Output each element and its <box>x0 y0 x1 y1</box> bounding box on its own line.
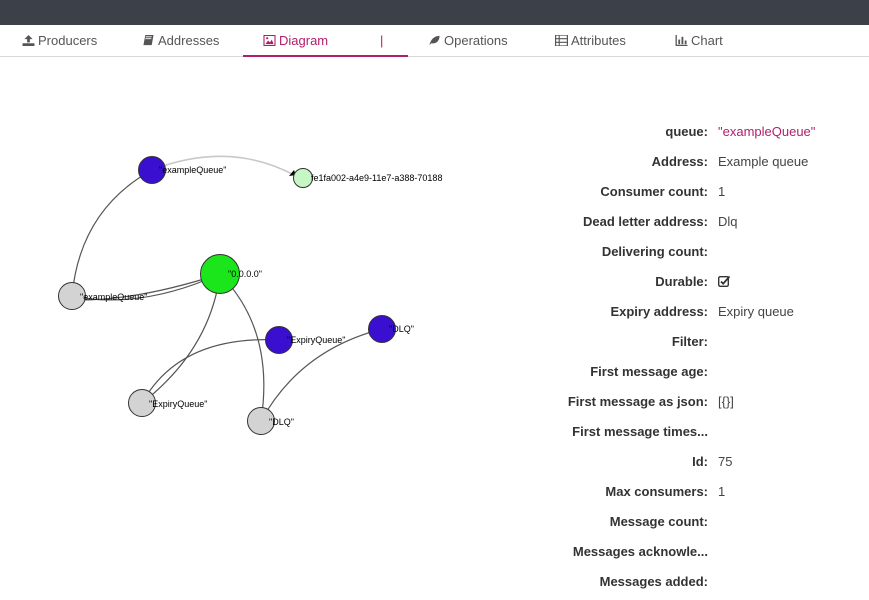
property-key: First message age: <box>590 364 708 379</box>
property-key: Id: <box>692 454 708 469</box>
property-row: Expiry address: Expiry queue <box>500 297 869 327</box>
property-key: Max consumers: <box>605 484 708 499</box>
diagram-link <box>71 169 153 297</box>
property-row: queue: "exampleQueue" <box>500 117 869 147</box>
tab-addresses[interactable]: Addresses <box>142 25 219 57</box>
property-key: Messages acknowle... <box>572 544 708 559</box>
node-label: "DLQ" <box>389 324 414 334</box>
property-key: Expiry address: <box>610 304 708 319</box>
node-label: "exampleQueue" <box>159 165 226 175</box>
bar-chart-icon <box>675 35 688 46</box>
tab-label: Chart <box>691 33 723 48</box>
image-icon <box>263 35 276 46</box>
top-navbar <box>0 0 869 25</box>
property-row: Messages acknowle... <box>500 537 869 567</box>
property-key: Address: <box>651 154 708 169</box>
property-row: First message age: <box>500 357 869 387</box>
node-label: "ExpiryQueue" <box>287 335 345 345</box>
property-key: queue: <box>665 124 708 139</box>
property-value <box>718 274 730 289</box>
node-label: "exampleQueue" <box>80 292 147 302</box>
property-row: Consumer count: 1 <box>500 177 869 207</box>
node-label: fe1fa002-a4e9-11e7-a388-70188 <box>311 173 442 183</box>
property-key: First message times... <box>572 424 708 439</box>
property-key: Delivering count: <box>601 244 708 259</box>
checkbox-checked-icon <box>718 275 730 287</box>
property-value: Expiry queue <box>718 304 794 319</box>
property-key: Dead letter address: <box>583 214 708 229</box>
tab-attributes[interactable]: Attributes <box>555 25 626 57</box>
property-row: Address: Example queue <box>500 147 869 177</box>
property-row: Messages added: <box>500 567 869 597</box>
property-key: First message as json: <box>567 394 708 409</box>
list-icon <box>555 35 568 46</box>
property-key: Message count: <box>609 514 708 529</box>
node-label: "ExpiryQueue" <box>149 399 207 409</box>
property-value: [{}] <box>718 394 734 409</box>
tab-separator: | <box>380 33 384 48</box>
property-row: Max consumers: 1 <box>500 477 869 507</box>
property-row: First message as json: [{}] <box>500 387 869 417</box>
property-row: Filter: <box>500 327 869 357</box>
property-value: Dlq <box>718 214 738 229</box>
diagram-link <box>219 273 265 422</box>
leaf-icon <box>429 35 440 46</box>
property-row: Dead letter address: Dlq <box>500 207 869 237</box>
tab-label: Operations <box>444 33 508 48</box>
tab-producers[interactable]: Producers <box>22 25 97 57</box>
diagram-link <box>141 339 280 404</box>
property-row: First message times... <box>500 417 869 447</box>
tab-chart[interactable]: Chart <box>675 25 723 57</box>
tab-bar: Producers Addresses Diagram | Operations… <box>0 25 869 57</box>
upload-icon <box>22 35 35 46</box>
property-row: Delivering count: <box>500 237 869 267</box>
book-icon <box>143 35 154 46</box>
tab-operations[interactable]: Operations <box>428 25 508 57</box>
node-label: "DLQ" <box>269 417 294 427</box>
tab-label: Diagram <box>279 33 329 48</box>
tab-label: Addresses <box>158 33 220 48</box>
property-value: 1 <box>718 484 726 499</box>
property-row: Message count: <box>500 507 869 537</box>
tab-label: Producers <box>38 33 98 48</box>
property-value: 75 <box>718 454 733 469</box>
property-row: Durable: <box>500 267 869 297</box>
property-row: Id: 75 <box>500 447 869 477</box>
property-key: Consumer count: <box>600 184 708 199</box>
topology-diagram[interactable]: "exampleQueue" fe1fa002-a4e9-11e7-a388-7… <box>0 58 520 488</box>
property-key: Filter: <box>671 334 708 349</box>
tab-label: Attributes <box>571 33 626 48</box>
property-key: Durable: <box>655 274 708 289</box>
diagram-link <box>141 273 221 404</box>
consumer-node[interactable] <box>293 168 313 188</box>
property-value: 1 <box>718 184 726 199</box>
property-value: "exampleQueue" <box>718 124 816 139</box>
property-value: Example queue <box>718 154 809 169</box>
property-key: Messages added: <box>599 574 708 589</box>
node-label: "0.0.0.0" <box>228 269 262 279</box>
